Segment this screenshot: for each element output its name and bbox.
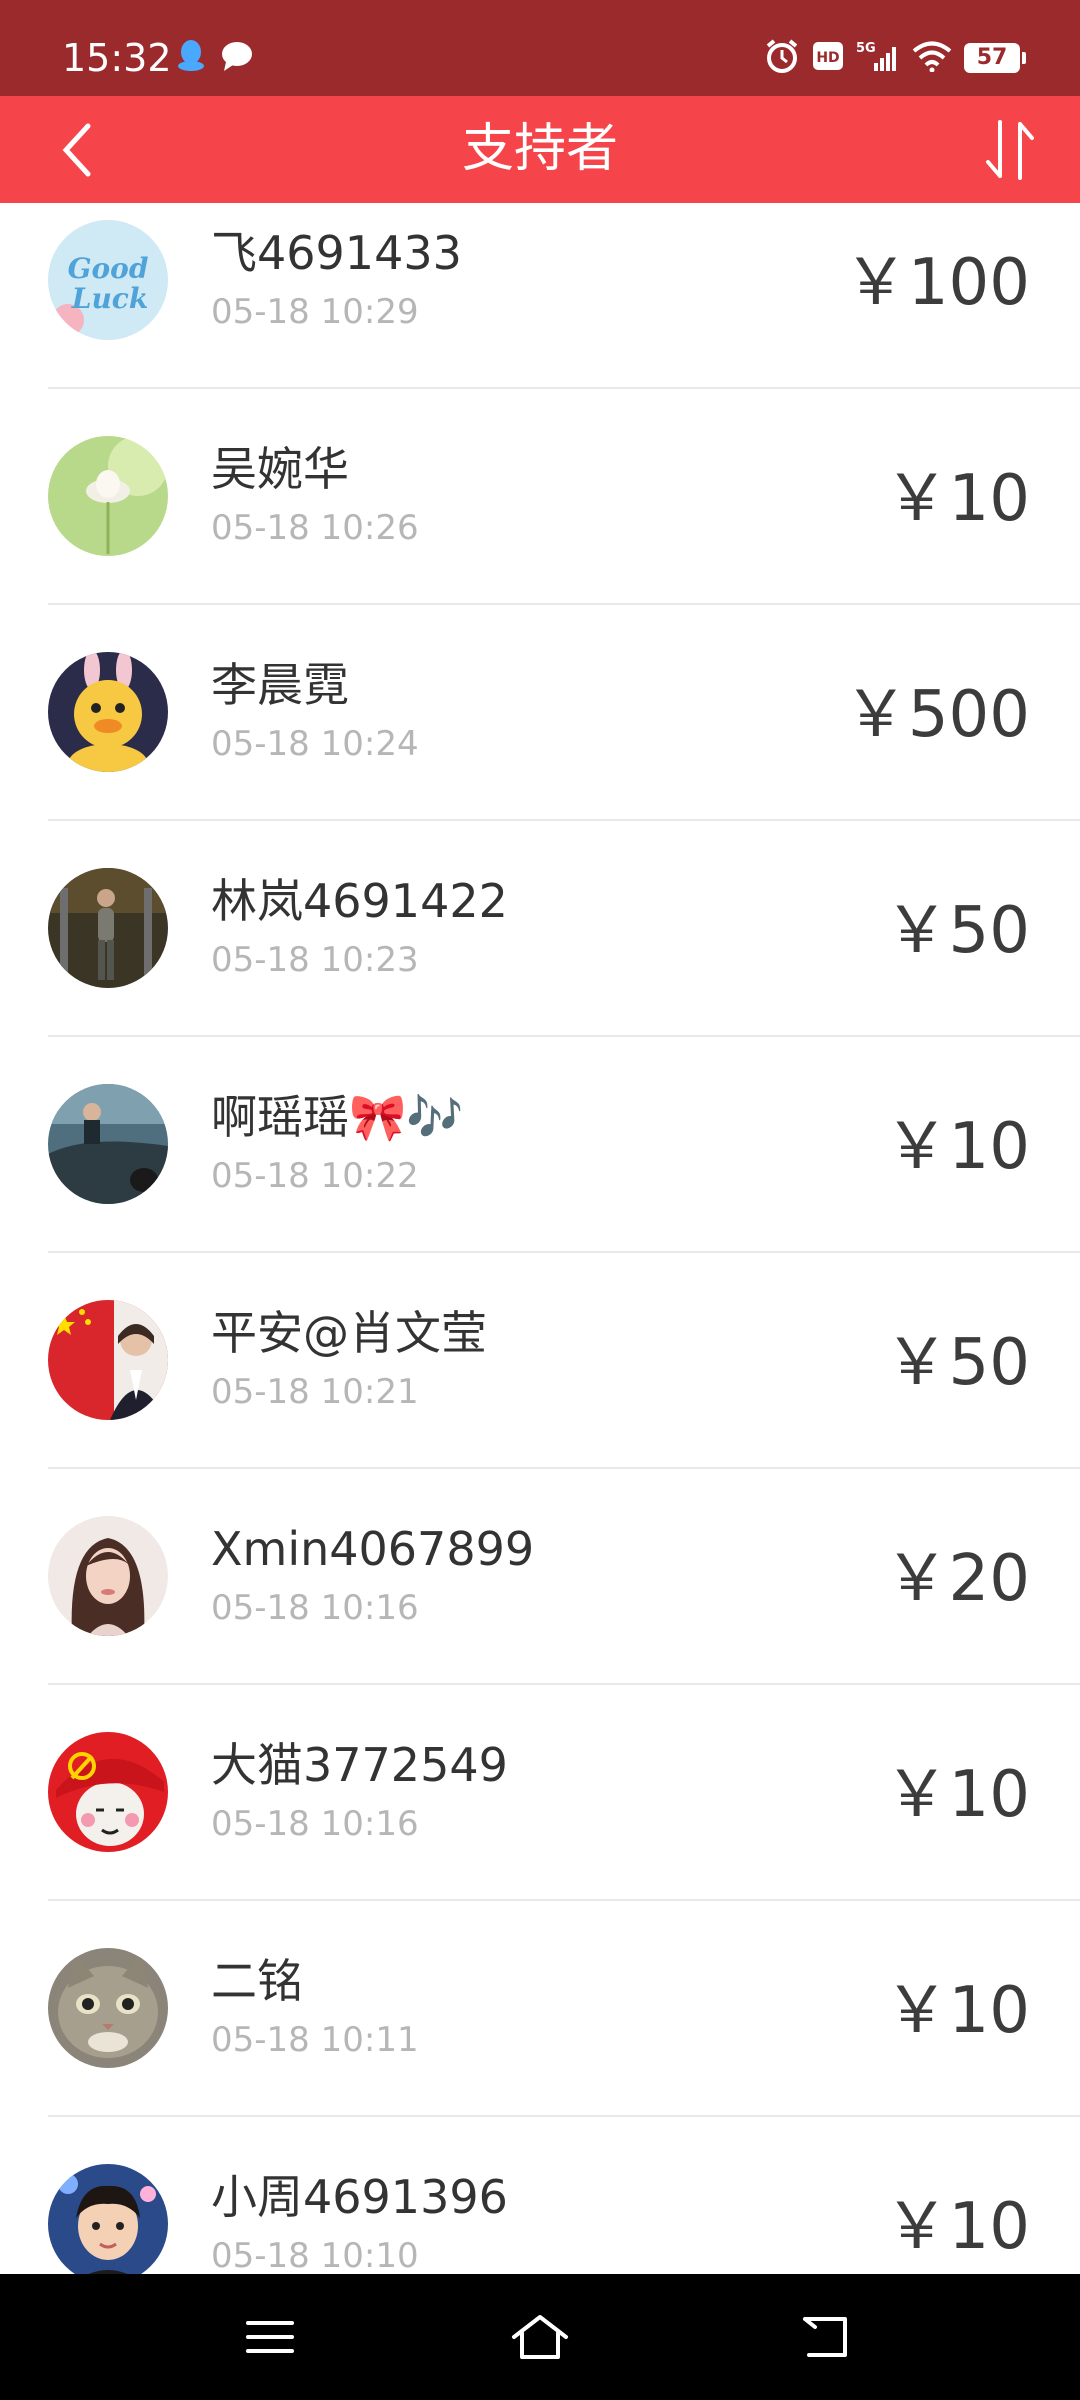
supporter-name: 飞4691433 [211,226,462,280]
support-amount: ￥10 [884,462,1030,536]
sort-button[interactable] [970,110,1050,190]
good-luck-avatar[interactable]: Good Luck [48,220,168,340]
support-amount: ￥20 [884,1542,1030,1616]
system-navigation-bar [0,2274,1080,2400]
list-item[interactable]: 大猫3772549 05-18 10:16 ￥10 [0,1685,1080,1901]
support-time: 05-18 10:16 [211,1588,419,1628]
supporter-name: 小周4691396 [211,2170,508,2224]
list-item[interactable]: 平安@肖文莹 05-18 10:21 ￥50 [0,1253,1080,1469]
red-cap-avatar[interactable] [48,1732,168,1852]
battery-indicator: 57 [964,43,1026,73]
support-time: 05-18 10:23 [211,940,419,980]
list-item[interactable]: Xmin4067899 05-18 10:16 ￥20 [0,1469,1080,1685]
list-item[interactable]: 小周4691396 05-18 10:10 ￥10 [0,2117,1080,2274]
notification-icons [176,38,254,78]
title-bar: 支持者 [0,96,1080,203]
support-time: 05-18 10:29 [211,292,419,332]
supporter-name: 大猫3772549 [211,1738,508,1792]
status-time: 15:32 [62,36,172,80]
svg-text:Luck: Luck [71,282,149,315]
supporter-name: Xmin4067899 [211,1522,535,1576]
support-time: 05-18 10:10 [211,2236,419,2274]
alarm-icon [764,38,800,78]
list-item[interactable]: 二铭 05-18 10:11 ￥10 [0,1901,1080,2117]
support-amount: ￥50 [884,1326,1030,1400]
system-icons: HD 5G 57 [764,36,1026,80]
support-amount: ￥10 [884,2190,1030,2264]
girl-portrait-avatar[interactable] [48,1516,168,1636]
svg-text:HD: HD [816,50,839,66]
page-title: 支持者 [461,119,618,179]
list-item[interactable]: Good Luck 飞4691433 05-18 10:29 ￥100 [0,203,1080,389]
hd-icon: HD [812,41,844,75]
sort-icon [986,120,1034,180]
return-icon [803,2317,847,2357]
cat-avatar[interactable] [48,1948,168,2068]
list-item[interactable]: 啊瑶瑶🎀🎶 05-18 10:22 ￥10 [0,1037,1080,1253]
child-avatar[interactable] [48,2164,168,2274]
support-time: 05-18 10:21 [211,1372,419,1412]
status-bar: 15:32 HD 5G 57 [0,0,1080,96]
svg-text:Good: Good [68,252,149,285]
svg-text:5G: 5G [856,41,876,56]
supporter-name: 李晨霓 [211,658,349,712]
qq-icon [176,39,206,77]
support-time: 05-18 10:26 [211,508,419,548]
message-icon [220,40,254,76]
support-amount: ￥10 [884,1974,1030,2048]
supporter-list[interactable]: Good Luck 飞4691433 05-18 10:29 ￥100 吴婉华 … [0,203,1080,2274]
menu-button[interactable] [225,2302,315,2372]
supporter-name: 啊瑶瑶🎀🎶 [211,1090,464,1144]
supporter-name: 二铭 [211,1954,303,2008]
support-amount: ￥10 [884,1758,1030,1832]
home-icon [512,2315,568,2359]
support-time: 05-18 10:11 [211,2020,419,2060]
supporter-name: 平安@肖文莹 [211,1306,487,1360]
list-item[interactable]: 林岚4691422 05-18 10:23 ￥50 [0,821,1080,1037]
wifi-icon [912,40,952,76]
duck-avatar[interactable] [48,652,168,772]
car-avatar[interactable] [48,1084,168,1204]
support-amount: ￥10 [884,1110,1030,1184]
support-amount: ￥50 [884,894,1030,968]
signal-5g-icon: 5G [856,39,900,77]
support-amount: ￥500 [843,678,1030,752]
gym-avatar[interactable] [48,868,168,988]
support-time: 05-18 10:22 [211,1156,419,1196]
support-time: 05-18 10:24 [211,724,419,764]
home-button[interactable] [495,2302,585,2372]
supporter-name: 林岚4691422 [211,874,508,928]
lotus-avatar[interactable] [48,436,168,556]
flag-portrait-avatar[interactable] [48,1300,168,1420]
menu-icon [246,2321,294,2353]
supporter-name: 吴婉华 [211,442,349,496]
support-time: 05-18 10:16 [211,1804,419,1844]
list-item[interactable]: 李晨霓 05-18 10:24 ￥500 [0,605,1080,821]
support-amount: ￥100 [843,246,1030,320]
back-nav-button[interactable] [780,2302,870,2372]
list-item[interactable]: 吴婉华 05-18 10:26 ￥10 [0,389,1080,605]
